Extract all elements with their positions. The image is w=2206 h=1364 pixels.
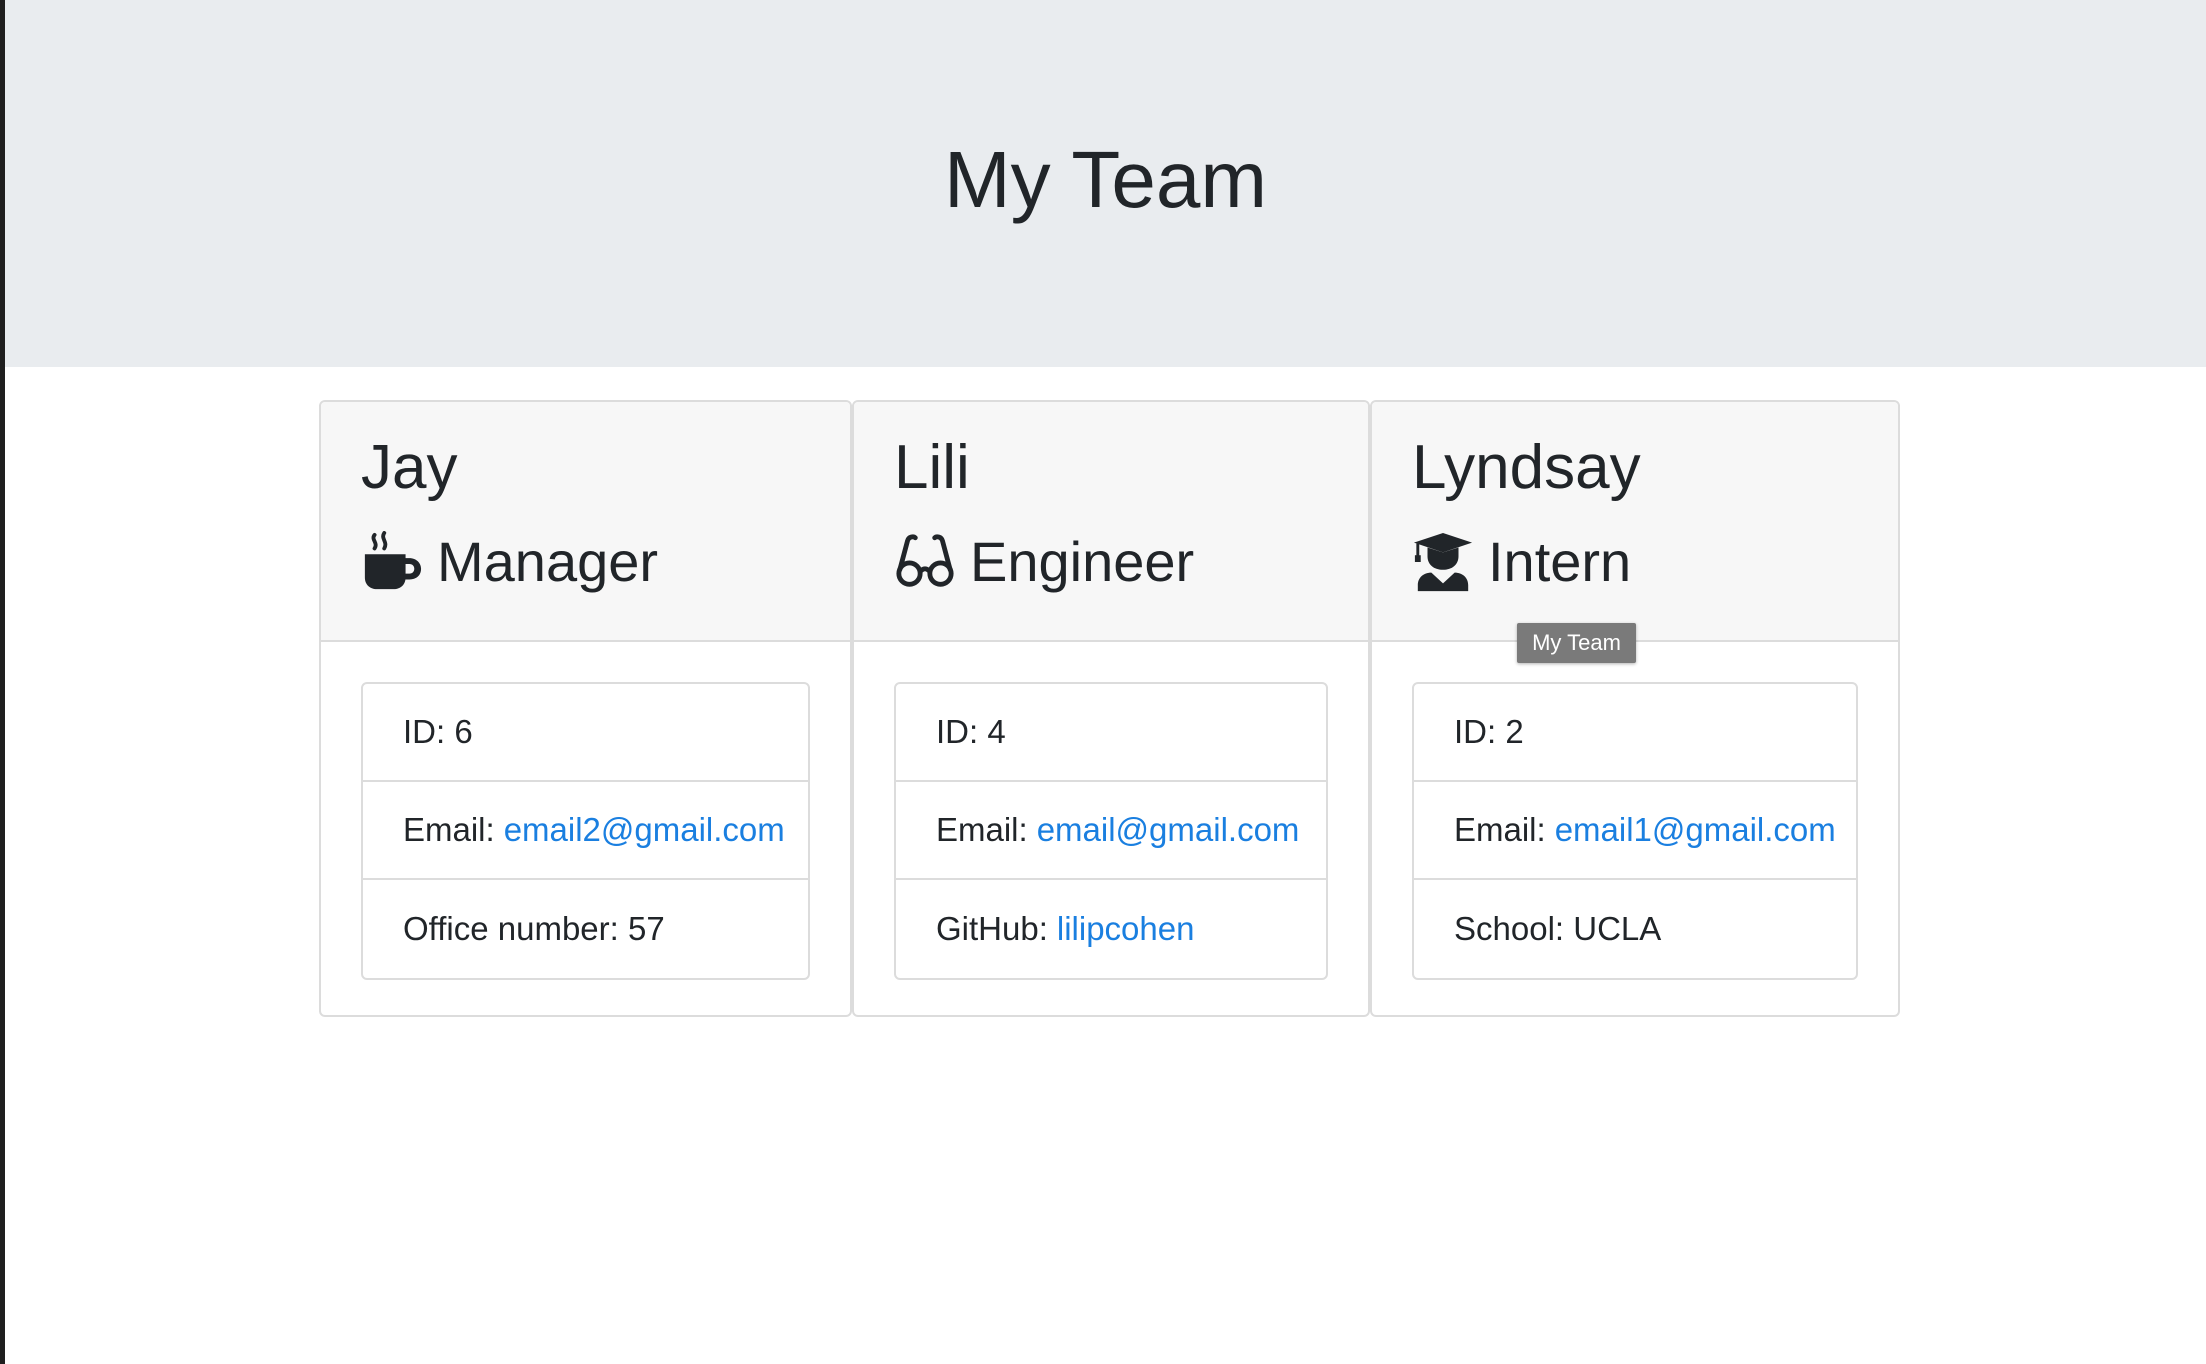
page-title: My Team <box>943 135 1268 224</box>
email-link[interactable]: email2@gmail.com <box>504 811 785 849</box>
role-label: Manager <box>437 530 659 593</box>
card-header: Jay Manager <box>321 402 850 642</box>
list-item-github: GitHub: lilipcohen <box>896 880 1326 978</box>
email-link[interactable]: email1@gmail.com <box>1555 811 1836 849</box>
id-label: ID: <box>1454 713 1497 750</box>
detail-list: ID: 2 Email: email1@gmail.com School: UC… <box>1412 682 1858 980</box>
email-label: Email: <box>936 811 1028 848</box>
email-link[interactable]: email@gmail.com <box>1037 811 1300 849</box>
office-label: Office number: <box>403 910 619 947</box>
card-header: Lili Engineer <box>854 402 1368 642</box>
card-body: ID: 2 Email: email1@gmail.com School: UC… <box>1372 642 1898 1015</box>
list-item-office: Office number: 57 <box>363 880 808 978</box>
email-label: Email: <box>1454 811 1546 848</box>
detail-list: ID: 6 Email: email2@gmail.com Office num… <box>361 682 810 980</box>
role-label: Engineer <box>970 530 1195 593</box>
detail-list: ID: 4 Email: email@gmail.com GitHub: lil… <box>894 682 1328 980</box>
id-value: 2 <box>1505 713 1524 750</box>
school-label: School: <box>1454 910 1565 947</box>
card-body: ID: 6 Email: email2@gmail.com Office num… <box>321 642 850 1015</box>
employee-role: Engineer <box>894 524 1194 600</box>
id-label: ID: <box>936 713 979 750</box>
github-label: GitHub: <box>936 910 1048 947</box>
list-item-email: Email: email@gmail.com <box>896 782 1326 880</box>
employee-card-engineer: Lili Engineer ID: 4 Email: email@gmail.c… <box>852 400 1370 1017</box>
id-label: ID: <box>403 713 446 750</box>
role-label: Intern <box>1488 530 1632 593</box>
github-link[interactable]: lilipcohen <box>1057 910 1195 948</box>
office-value: 57 <box>628 910 665 947</box>
coffee-mug-icon <box>361 531 423 593</box>
glasses-icon <box>894 531 956 593</box>
employee-name: Lili <box>894 433 970 502</box>
id-value: 4 <box>987 713 1006 750</box>
list-item-email: Email: email2@gmail.com <box>363 782 808 880</box>
list-item-id: ID: 6 <box>363 684 808 782</box>
graduate-icon <box>1412 531 1474 593</box>
list-item-email: Email: email1@gmail.com <box>1414 782 1856 880</box>
employee-name: Jay <box>361 433 458 502</box>
email-label: Email: <box>403 811 495 848</box>
tooltip: My Team <box>1517 623 1636 663</box>
employee-role: Intern <box>1412 524 1631 600</box>
list-item-id: ID: 4 <box>896 684 1326 782</box>
employee-card-manager: Jay Manager ID: 6 Email: email2@gmail.co… <box>319 400 852 1017</box>
id-value: 6 <box>454 713 473 750</box>
jumbotron-header: My Team <box>5 0 2206 367</box>
card-header: Lyndsay Intern <box>1372 402 1898 642</box>
employee-name: Lyndsay <box>1412 433 1641 502</box>
card-body: ID: 4 Email: email@gmail.com GitHub: lil… <box>854 642 1368 1015</box>
school-value: UCLA <box>1573 910 1662 947</box>
list-item-school: School: UCLA <box>1414 880 1856 978</box>
employee-role: Manager <box>361 524 658 600</box>
employee-card-intern: Lyndsay Intern ID: 2 Email: email1@gmail… <box>1370 400 1900 1017</box>
list-item-id: ID: 2 <box>1414 684 1856 782</box>
